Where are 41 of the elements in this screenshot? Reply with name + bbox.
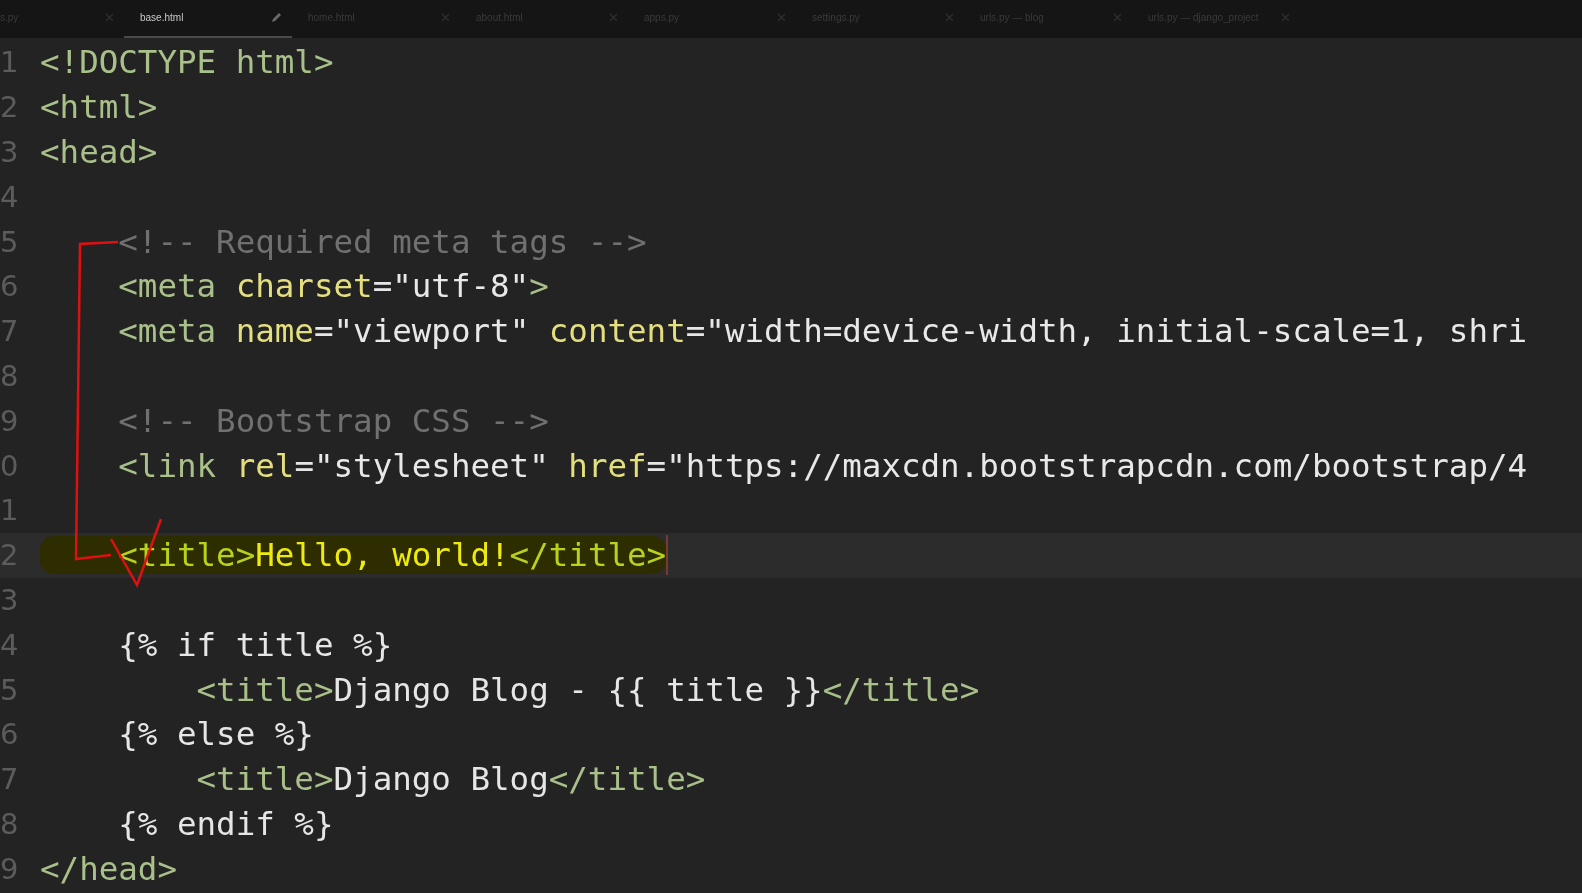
line-number: 8 bbox=[0, 806, 20, 841]
line-number: 8 bbox=[0, 358, 20, 393]
close-icon[interactable] bbox=[609, 12, 618, 22]
code-line: <html> bbox=[40, 88, 158, 127]
line-number: 3 bbox=[0, 582, 20, 617]
code-line: {% if title %} bbox=[117, 625, 393, 664]
line-number: 7 bbox=[0, 762, 20, 797]
close-icon[interactable] bbox=[1281, 12, 1290, 22]
code-line: <meta charset="utf-8"> bbox=[117, 267, 549, 306]
code-line: <!DOCTYPE html> bbox=[40, 43, 334, 82]
line-number: 1 bbox=[0, 45, 20, 80]
code-line: <link rel="stylesheet" href="https://maxcdn.bootstrapcdn.com/bootstrap/4 bbox=[117, 446, 1528, 485]
line-number: 4 bbox=[0, 627, 20, 662]
line-number: 3 bbox=[0, 135, 20, 169]
line-number: 1 bbox=[0, 493, 20, 528]
line-number: 5 bbox=[0, 672, 20, 707]
code-line: <!-- Required meta tags --> bbox=[117, 222, 647, 261]
code-line: <meta name="viewport" content="width=device-width, initial-scale=1, shri bbox=[117, 312, 1528, 351]
code-line: <!-- Bootstrap CSS --> bbox=[117, 401, 549, 440]
text-cursor bbox=[666, 535, 669, 576]
line-number: 0 bbox=[0, 448, 20, 483]
editor-tab[interactable]: base.html bbox=[124, 0, 292, 38]
line-number: 5 bbox=[0, 224, 20, 259]
close-icon[interactable] bbox=[777, 12, 786, 22]
line-number: 9 bbox=[0, 403, 20, 438]
line-number: 7 bbox=[0, 314, 20, 349]
close-icon[interactable] bbox=[105, 12, 114, 22]
code-line: <title>Django Blog - {{ title }}</title> bbox=[195, 670, 980, 709]
line-number: 6 bbox=[0, 269, 20, 304]
line-number: 9 bbox=[0, 851, 20, 886]
close-icon[interactable] bbox=[441, 12, 450, 22]
close-icon[interactable] bbox=[945, 12, 954, 22]
line-number: 4 bbox=[0, 179, 20, 214]
code-line: {% endif %} bbox=[117, 804, 334, 843]
code-line: </head> bbox=[40, 849, 177, 888]
line-number: 6 bbox=[0, 717, 20, 752]
code-line: <head> bbox=[40, 133, 158, 171]
code-line: {% else %} bbox=[117, 715, 314, 754]
code-line: <title>Django Blog</title> bbox=[195, 760, 706, 799]
line-number: 2 bbox=[0, 90, 20, 125]
close-icon[interactable] bbox=[1113, 12, 1122, 22]
